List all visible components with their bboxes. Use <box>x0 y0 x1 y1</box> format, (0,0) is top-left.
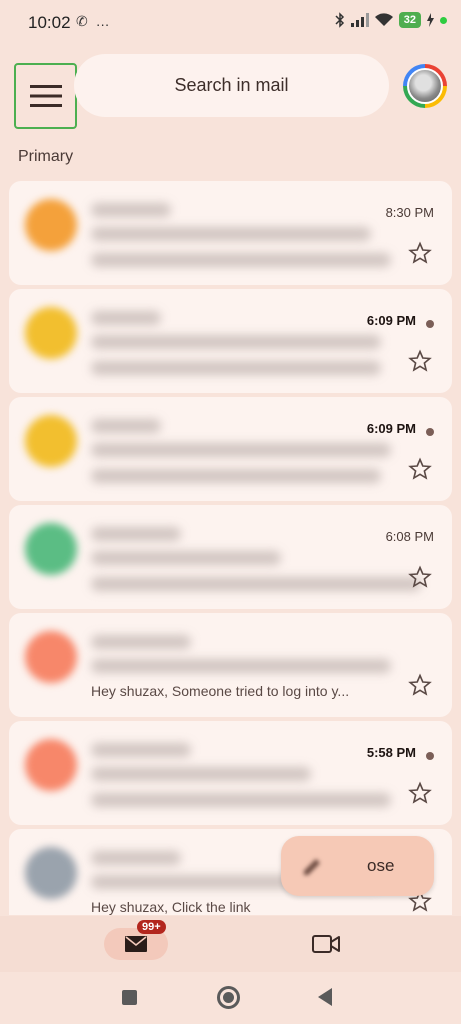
notification-icons: ✆ … <box>76 13 112 29</box>
signal-icon <box>350 13 369 27</box>
sender-avatar <box>25 307 77 359</box>
bottom-nav: 99+ <box>0 916 461 972</box>
system-nav <box>0 972 461 1024</box>
email-time: 8:30 PM <box>385 205 434 220</box>
snippet-blurred <box>91 577 421 591</box>
sender-blurred <box>91 419 161 433</box>
subject-blurred <box>91 227 371 241</box>
sender-blurred <box>91 851 181 865</box>
snippet-blurred <box>91 469 381 483</box>
sender-avatar <box>25 739 77 791</box>
email-row[interactable]: 6:09 PM <box>9 397 452 501</box>
email-snippet: Hey shuzax, Click the link <box>91 899 251 915</box>
back-button[interactable] <box>318 988 332 1006</box>
email-time: 6:08 PM <box>385 529 434 544</box>
tab-mail[interactable]: 99+ <box>104 920 168 960</box>
unread-indicator <box>426 428 434 436</box>
subject-blurred <box>91 659 391 673</box>
subject-blurred <box>91 767 311 781</box>
email-time: 6:09 PM <box>366 313 416 328</box>
privacy-indicator-dot <box>440 16 447 24</box>
unread-indicator <box>426 320 434 328</box>
snippet-blurred <box>91 793 391 807</box>
sender-blurred <box>91 635 191 649</box>
snippet-blurred <box>91 361 381 375</box>
unread-indicator <box>426 752 434 760</box>
subject-blurred <box>91 335 381 349</box>
status-bar: 10:02 ✆ … 32 <box>0 0 461 46</box>
search-placeholder: Search in mail <box>174 75 289 95</box>
home-button[interactable] <box>217 986 240 1009</box>
sender-blurred <box>91 743 191 757</box>
email-row[interactable]: Hey shuzax, Someone tried to log into y.… <box>9 613 452 717</box>
compose-label: ose <box>367 856 395 875</box>
email-list: 8:30 PM 6:09 PM 6:09 PM 6:08 PM Hey shuz… <box>9 181 452 915</box>
sender-blurred <box>91 203 171 217</box>
battery-indicator: 32 <box>398 12 421 28</box>
sender-blurred <box>91 527 181 541</box>
pencil-icon <box>304 859 320 875</box>
subject-blurred <box>91 551 281 565</box>
star-icon[interactable] <box>408 241 432 265</box>
hamburger-icon <box>29 85 62 107</box>
star-icon[interactable] <box>408 673 432 697</box>
email-row[interactable]: 8:30 PM <box>9 181 452 285</box>
bluetooth-icon <box>335 12 344 28</box>
sender-blurred <box>91 311 161 325</box>
sender-avatar <box>25 847 77 899</box>
star-icon[interactable] <box>408 781 432 805</box>
wifi-icon <box>374 13 393 26</box>
recents-button[interactable] <box>122 990 137 1005</box>
sender-avatar <box>25 523 77 575</box>
subject-blurred <box>91 443 391 457</box>
menu-button[interactable] <box>14 63 77 129</box>
email-row[interactable]: 5:58 PM <box>9 721 452 825</box>
charging-icon <box>427 13 434 27</box>
snippet-blurred <box>91 253 391 267</box>
status-time: 10:02 <box>28 13 71 32</box>
email-time: 6:09 PM <box>366 421 416 436</box>
mail-badge: 99+ <box>137 920 166 934</box>
email-row[interactable]: 6:09 PM <box>9 289 452 393</box>
email-row[interactable]: 6:08 PM <box>9 505 452 609</box>
mail-icon <box>125 936 147 952</box>
compose-button[interactable]: ose <box>281 836 434 896</box>
account-avatar[interactable] <box>403 64 447 108</box>
sender-avatar <box>25 631 77 683</box>
star-icon[interactable] <box>408 349 432 373</box>
star-icon[interactable] <box>408 457 432 481</box>
avatar-image <box>407 68 443 104</box>
email-snippet: Hey shuzax, Someone tried to log into y.… <box>91 683 350 699</box>
video-icon[interactable] <box>312 933 340 955</box>
star-icon[interactable] <box>408 565 432 589</box>
sender-avatar <box>25 415 77 467</box>
status-right-icons: 32 <box>335 12 447 28</box>
email-time: 5:58 PM <box>366 745 416 760</box>
section-label: Primary <box>18 148 74 165</box>
sender-avatar <box>25 199 77 251</box>
search-bar[interactable]: Search in mail <box>74 54 389 117</box>
